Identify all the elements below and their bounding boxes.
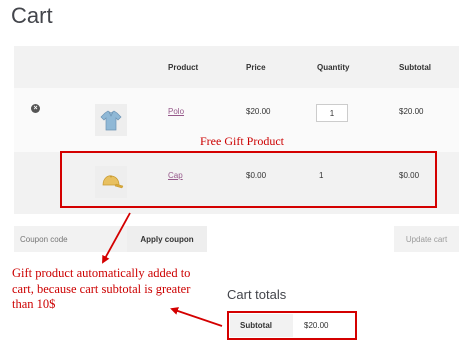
remove-circle-icon[interactable]: × <box>31 104 40 113</box>
polo-shirt-icon <box>100 110 122 131</box>
header-subtotal: Subtotal <box>399 63 431 72</box>
header-product: Product <box>168 63 199 72</box>
cart-table-header <box>14 46 459 88</box>
free-gift-annotation: Free Gift Product <box>200 134 284 148</box>
update-cart-button[interactable]: Update cart <box>394 226 459 252</box>
page-title: Cart <box>11 3 53 28</box>
quantity-input[interactable] <box>316 104 348 122</box>
free-gift-highlight-box <box>60 151 437 208</box>
price-cell: $20.00 <box>246 107 271 116</box>
coupon-code-input[interactable] <box>14 226 127 252</box>
subtotal-highlight-box <box>227 311 357 340</box>
product-link-polo[interactable]: Polo <box>168 107 184 116</box>
header-price: Price <box>246 63 266 72</box>
header-quantity: Quantity <box>317 63 350 72</box>
auto-added-annotation: Gift product automatically added to cart… <box>12 266 191 311</box>
subtotal-cell: $20.00 <box>399 107 424 116</box>
cart-totals-title: Cart totals <box>227 287 287 302</box>
apply-coupon-button[interactable]: Apply coupon <box>127 226 207 252</box>
product-thumbnail[interactable] <box>95 104 127 136</box>
